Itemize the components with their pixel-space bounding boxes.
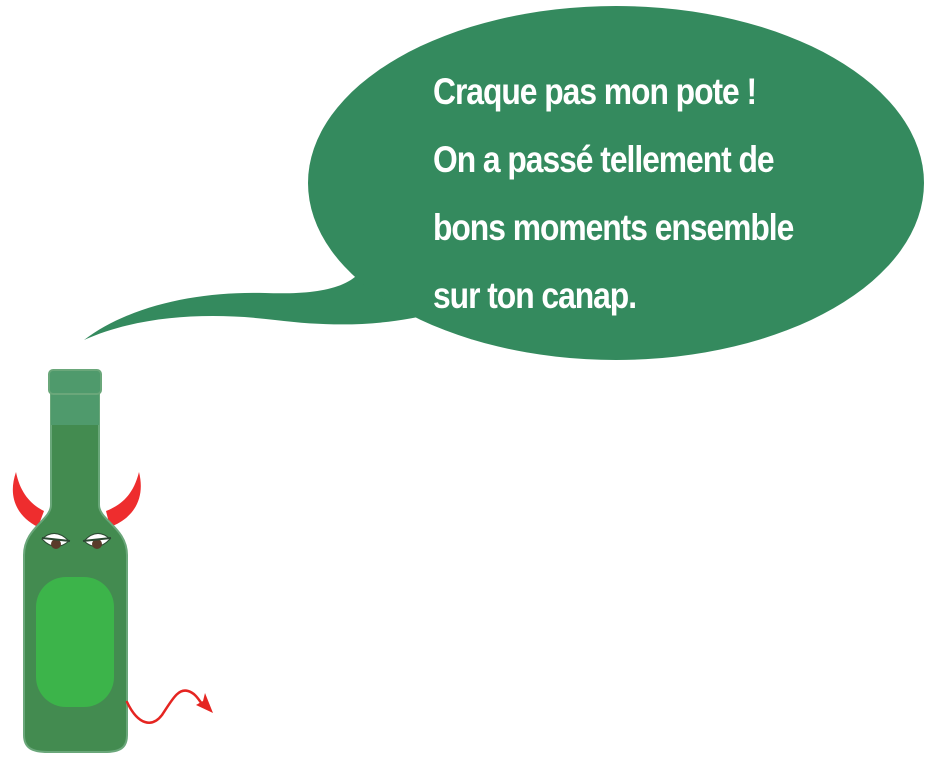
right-horn bbox=[106, 472, 141, 527]
illustration-canvas: Craque pas mon pote ! On a passé telleme… bbox=[0, 0, 930, 758]
speech-line-4: sur ton canap. bbox=[433, 275, 637, 316]
bottle bbox=[23, 369, 128, 753]
bottle-cap bbox=[48, 369, 102, 395]
bottle-neck-band bbox=[51, 393, 99, 425]
speech-line-2: On a passé tellement de bbox=[433, 139, 775, 180]
tail-arrowhead bbox=[196, 693, 213, 713]
tail-icon bbox=[125, 689, 213, 724]
tail-curve bbox=[125, 689, 208, 724]
speech-line-3: bons moments ensemble bbox=[433, 207, 794, 248]
speech-line-1: Craque pas mon pote ! bbox=[433, 71, 757, 112]
speech-bubble-text: Craque pas mon pote ! On a passé telleme… bbox=[433, 58, 837, 330]
left-horn bbox=[12, 472, 44, 527]
bottle-label bbox=[36, 577, 114, 707]
